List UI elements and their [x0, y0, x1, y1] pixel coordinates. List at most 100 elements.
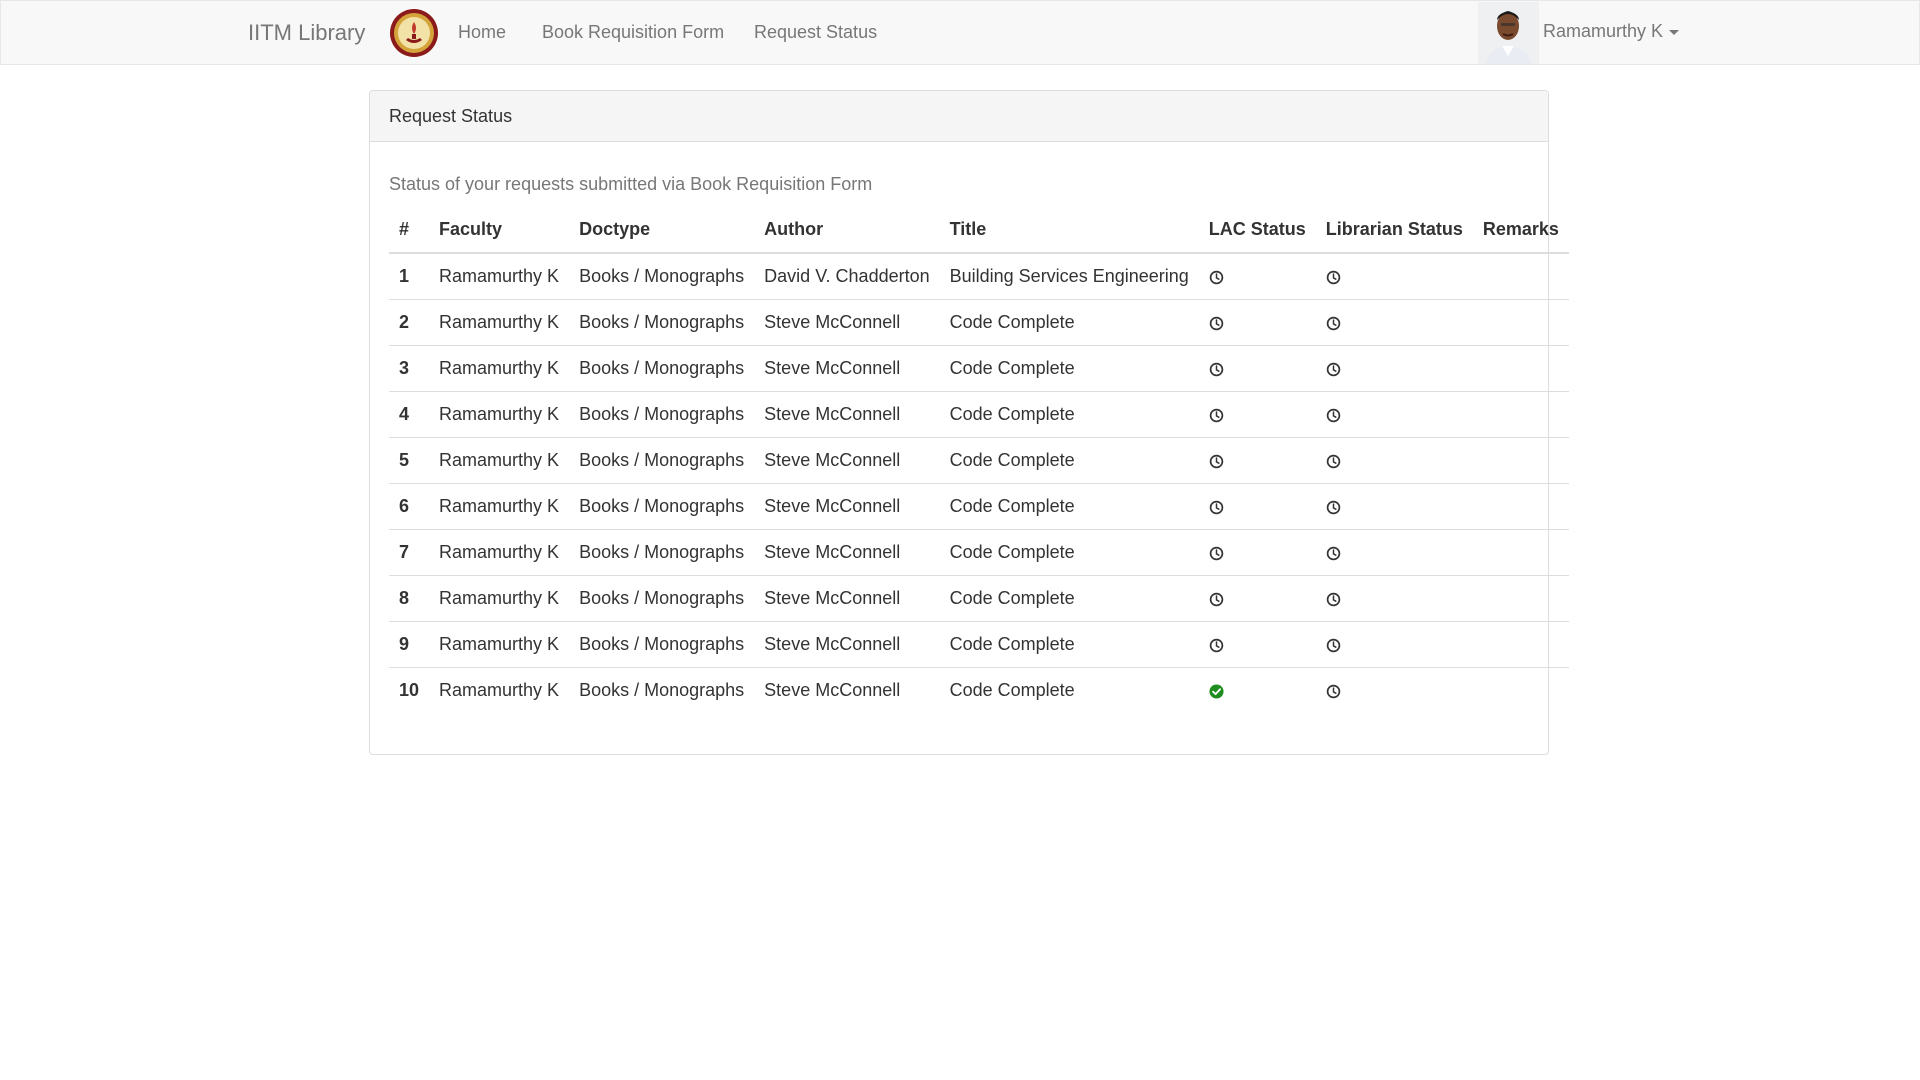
author-cell: Steve McConnell: [754, 621, 940, 668]
title-cell: Code Complete: [939, 667, 1199, 713]
doctype-cell: Books / Monographs: [569, 667, 755, 713]
row-number: 2: [389, 299, 430, 346]
doctype-cell: Books / Monographs: [569, 345, 755, 392]
librarian-status-cell: [1315, 299, 1473, 346]
lac-status-cell: [1198, 345, 1316, 392]
title-cell: Code Complete: [939, 391, 1199, 438]
table-body: 1 Ramamurthy K Books / Monographs David V. …: [389, 253, 1569, 713]
pending-clock-icon: [1326, 546, 1341, 561]
title-cell: Code Complete: [939, 345, 1199, 392]
row-number: 4: [389, 391, 430, 438]
pending-clock-icon: [1209, 362, 1224, 377]
pending-clock-icon: [1326, 684, 1341, 699]
author-cell: Steve McConnell: [754, 345, 940, 392]
faculty-cell: Ramamurthy K: [429, 299, 570, 346]
doctype-cell: Books / Monographs: [569, 529, 755, 576]
nav-request-status-link[interactable]: Request Status: [754, 1, 877, 64]
author-cell: Steve McConnell: [754, 299, 940, 346]
doctype-cell: Books / Monographs: [579, 266, 745, 286]
table-row: 6 Ramamurthy K Books / Monographs Steve McC…: [389, 483, 1569, 530]
table-row: 5 Ramamurthy K Books / Monographs Steve McC…: [389, 437, 1569, 484]
row-number: 10: [389, 667, 430, 713]
nav-book-requisition-link[interactable]: Book Requisition Form: [542, 1, 724, 64]
col-header-author: Author: [754, 207, 940, 254]
nav-home-link[interactable]: Home: [458, 1, 506, 64]
lac-status-cell: [1198, 621, 1316, 668]
author-cell: David V. Chadderton: [764, 266, 930, 286]
pending-clock-icon: [1326, 316, 1341, 331]
table-row: 4 Ramamurthy K Books / Monographs Steve McC…: [389, 391, 1569, 438]
table-row: 10 Ramamurthy K Books / Monographs Steve Mc…: [389, 667, 1569, 713]
user-name: Ramamurthy K: [1543, 21, 1664, 41]
author-cell: Steve McConnell: [754, 667, 940, 713]
panel-heading: Request Status: [370, 91, 1548, 142]
user-avatar[interactable]: [1478, 2, 1539, 64]
col-header-number: #: [389, 207, 430, 254]
panel-body: Status of your requests submitted via Bo…: [370, 173, 1569, 713]
remarks-cell: [1472, 575, 1569, 622]
iitm-logo-icon[interactable]: [389, 8, 439, 58]
pending-clock-icon: [1209, 592, 1224, 607]
librarian-status-cell: [1315, 483, 1473, 530]
faculty-cell: Ramamurthy K: [429, 437, 570, 484]
librarian-status-cell: [1315, 437, 1473, 484]
remarks-cell: [1472, 529, 1569, 576]
doctype-cell: Books / Monographs: [569, 437, 755, 484]
doctype-cell: Books / Monographs: [569, 575, 755, 622]
lac-status-cell: [1198, 667, 1316, 713]
librarian-status-cell: [1315, 529, 1473, 576]
row-number: 6: [389, 483, 430, 530]
remarks-cell: [1472, 621, 1569, 668]
row-number: 7: [389, 529, 430, 576]
faculty-cell: Ramamurthy K: [429, 575, 570, 622]
doctype-cell: Books / Monographs: [569, 391, 755, 438]
panel-subtitle: Status of your requests submitted via Bo…: [389, 174, 873, 194]
faculty-cell: Ramamurthy K: [429, 483, 570, 530]
pending-clock-icon: [1326, 454, 1341, 469]
librarian-status-cell: [1315, 345, 1473, 392]
table-row: 3 Ramamurthy K Books / Monographs Steve McC…: [389, 345, 1569, 392]
author-cell: Steve McConnell: [754, 529, 940, 576]
librarian-status-cell: [1315, 391, 1473, 438]
pending-clock-icon: [1326, 270, 1341, 285]
row-number: 3: [389, 345, 430, 392]
doctype-cell: Books / Monographs: [569, 483, 755, 530]
title-cell: Code Complete: [939, 621, 1199, 668]
user-menu-dropdown[interactable]: Ramamurthy K: [1543, 1, 1680, 61]
faculty-cell: Ramamurthy K: [429, 667, 570, 713]
lac-status-cell: [1199, 253, 1316, 300]
col-header-remarks: Remarks: [1472, 207, 1569, 254]
lac-status-cell: [1198, 391, 1316, 438]
row-number: 5: [389, 437, 430, 484]
top-navbar: IITM Library Home Book Requisition Form …: [0, 0, 1920, 65]
pending-clock-icon: [1326, 592, 1341, 607]
faculty-cell: Ramamurthy K: [429, 621, 570, 668]
title-cell: Code Complete: [939, 575, 1199, 622]
author-cell: Steve McConnell: [754, 391, 940, 438]
remarks-cell: [1472, 667, 1569, 713]
table-row: 1 Ramamurthy K Books / Monographs David V. …: [389, 253, 1569, 300]
user-photo-icon: [1478, 2, 1539, 64]
faculty-cell: Ramamurthy K: [429, 345, 570, 392]
librarian-status-cell: [1315, 667, 1473, 713]
col-header-librarian-status: Librarian Status: [1315, 207, 1473, 254]
table-row: 9 Ramamurthy K Books / Monographs Steve McC…: [389, 621, 1569, 668]
title-cell: Code Complete: [939, 483, 1199, 530]
brand-link[interactable]: IITM Library: [248, 1, 365, 64]
pending-clock-icon: [1209, 270, 1224, 285]
lac-status-cell: [1198, 483, 1316, 530]
author-cell: Steve McConnell: [754, 437, 940, 484]
col-header-doctype: Doctype: [569, 207, 755, 254]
author-cell: Steve McConnell: [754, 483, 940, 530]
remarks-cell: [1472, 299, 1569, 346]
lac-status-cell: [1198, 299, 1316, 346]
librarian-status-cell: [1315, 621, 1473, 668]
pending-clock-icon: [1326, 500, 1341, 515]
author-cell: Steve McConnell: [754, 575, 940, 622]
row-number: 9: [389, 621, 430, 668]
librarian-status-cell: [1316, 253, 1473, 300]
request-status-panel: Request Status Status of your requests s…: [369, 90, 1569, 755]
col-header-title: Title: [939, 207, 1199, 254]
title-cell: Building Services Engineering: [949, 266, 1189, 286]
pending-clock-icon: [1209, 500, 1224, 515]
